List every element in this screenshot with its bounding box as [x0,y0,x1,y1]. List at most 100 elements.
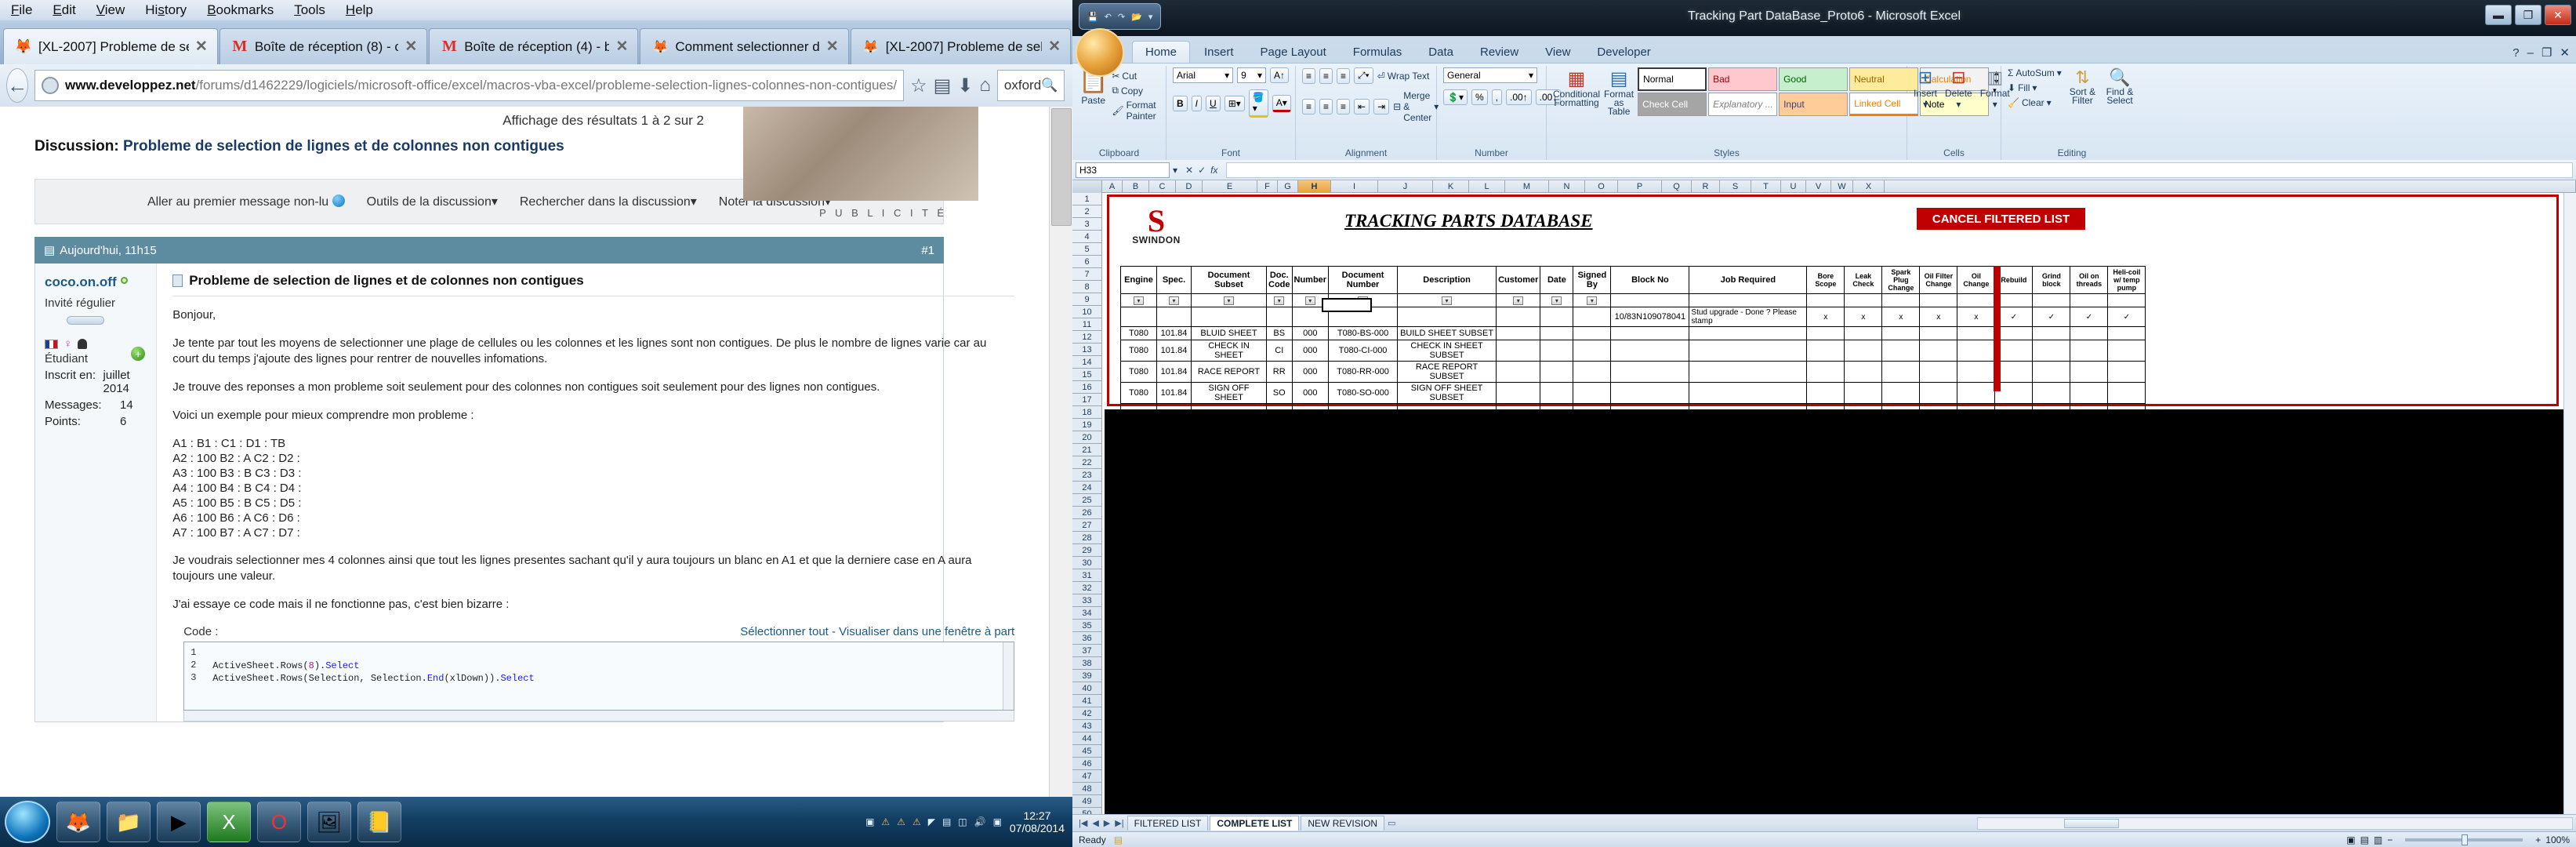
reader-icon[interactable]: ▤ [934,68,952,103]
taskbar-photo-icon[interactable]: 🖼 [307,802,351,842]
table-cell[interactable]: 000 [1291,340,1330,362]
vertical-scrollbar[interactable] [2563,193,2576,842]
table-cell[interactable] [2032,326,2071,340]
style-check-cell[interactable]: Check Cell [1638,93,1707,116]
table-cell[interactable] [2032,361,2071,383]
back-arrow-icon[interactable]: ← [6,68,28,103]
select-all-link[interactable]: Sélectionner tout - Visualiser dans une … [740,625,1014,638]
horizontal-scrollbar[interactable] [1977,816,2573,830]
select-all-corner[interactable] [1072,180,1102,193]
copy-button[interactable]: ⧉ Copy [1112,85,1159,96]
table-cell[interactable] [1806,361,1845,383]
row-header-40[interactable]: 40 [1072,682,1101,695]
row-header-36[interactable]: 36 [1072,632,1101,645]
filter-cell[interactable]: ▾ [1573,293,1612,307]
row-header-1[interactable]: 1 [1072,193,1101,205]
menu-history[interactable]: History [145,2,187,18]
formula-input[interactable] [1225,162,2573,178]
filter-dropdown-icon[interactable]: ▾ [1513,296,1524,305]
table-cell[interactable]: 10/83N109078041 [1610,307,1690,327]
table-cell[interactable] [1573,382,1612,404]
close-icon[interactable]: ✕ [826,38,839,56]
row-header-21[interactable]: 21 [1072,444,1101,456]
tray-icon[interactable]: ◫ [958,816,967,827]
tab-home[interactable]: Home [1132,41,1191,63]
save-icon[interactable]: 💾 [1087,12,1098,22]
restore-workbook-icon[interactable]: ❐ [2542,45,2552,60]
row-header-29[interactable]: 29 [1072,544,1101,557]
increase-indent-icon[interactable]: ⇥ [1373,99,1390,115]
browser-tab-2[interactable]: M Boîte de réception (4) - bro... ✕ [429,28,639,64]
filter-cell[interactable]: ▾ [1156,293,1192,307]
maximize-button[interactable]: ❐ [2515,5,2542,25]
star-icon[interactable]: ☆ [910,68,927,103]
search-discussion-menu[interactable]: Rechercher dans la discussion▾ [520,194,697,209]
filter-cell[interactable] [1844,293,1883,307]
table-row[interactable]: T080 101.84 RACE REPORT RR 000 T080-RR-000 RAC… [1120,361,2146,383]
discussion-tools-menu[interactable]: Outils de la discussion▾ [367,194,498,209]
row-header-43[interactable]: 43 [1072,720,1101,732]
row-header-20[interactable]: 20 [1072,431,1101,444]
horizontal-scrollbar-thumb[interactable] [2064,818,2119,828]
table-cell[interactable] [1994,361,2034,383]
tab-review[interactable]: Review [1468,42,1531,63]
cancel-formula-icon[interactable]: ✕ [1185,165,1193,176]
taskbar-folder-icon[interactable]: 📁 [107,802,151,842]
column-header-E[interactable]: E [1203,180,1257,192]
table-cell[interactable] [1919,382,1958,404]
align-top-icon[interactable]: ≡ [1302,67,1316,84]
taskbar-notes-icon[interactable]: 📒 [357,802,401,842]
row-header-7[interactable]: 7 [1072,268,1101,281]
insert-function-icon[interactable]: fx [1210,165,1217,176]
column-header-B[interactable]: B [1123,180,1149,192]
table-cell[interactable]: x [1881,307,1921,327]
table-cell[interactable] [1689,340,1808,362]
filter-cell[interactable]: ▾ [1266,293,1293,307]
decrease-indent-icon[interactable]: ⇤ [1354,99,1370,115]
table-cell[interactable] [1689,361,1808,383]
table-cell[interactable]: ✓ [2032,307,2071,327]
row-header-25[interactable]: 25 [1072,494,1101,507]
align-left-icon[interactable]: ≡ [1302,99,1316,115]
filter-dropdown-icon[interactable]: ▾ [1274,296,1285,305]
table-cell[interactable] [1806,326,1845,340]
table-cell[interactable]: ✓ [2070,307,2109,327]
table-cell[interactable] [2070,340,2109,362]
row-header-46[interactable]: 46 [1072,758,1101,770]
table-cell[interactable]: SO [1266,382,1293,404]
conditional-formatting-label[interactable]: Conditional Formatting [1553,89,1600,107]
table-cell[interactable]: x [1919,307,1958,327]
table-cell[interactable] [2107,340,2146,362]
start-orb-icon[interactable] [5,801,50,843]
tab-developer[interactable]: Developer [1584,42,1663,63]
table-cell[interactable] [1610,382,1690,404]
table-cell[interactable]: ✓ [1994,307,2034,327]
column-header-F[interactable]: F [1257,180,1278,192]
tab-formulas[interactable]: Formulas [1341,42,1415,63]
row-header-4[interactable]: 4 [1072,231,1101,243]
table-cell[interactable] [1957,340,1996,362]
clear-button[interactable]: 🧹 Clear ▾ [2008,97,2062,108]
row-header-14[interactable]: 14 [1072,356,1101,369]
row-header-9[interactable]: 9 [1072,293,1101,306]
row-header-37[interactable]: 37 [1072,645,1101,657]
row-header-26[interactable]: 26 [1072,507,1101,519]
style-normal[interactable]: Normal [1638,67,1707,91]
table-cell[interactable] [1806,340,1845,362]
tab-insert[interactable]: Insert [1192,42,1246,63]
filter-dropdown-icon[interactable]: ▾ [1224,296,1234,305]
table-cell[interactable]: x [1957,307,1996,327]
filter-cell[interactable]: ▾ [1397,293,1497,307]
zoom-slider[interactable] [2405,834,2523,845]
style-input[interactable]: Input [1779,93,1849,116]
browser-tab-0[interactable]: 🦊 [XL-2007] Probleme de sele... ✕ [3,28,218,64]
align-center-icon[interactable]: ≡ [1319,99,1333,115]
column-header-L[interactable]: L [1469,180,1505,192]
bold-button[interactable]: B [1173,96,1188,111]
column-header-M[interactable]: M [1505,180,1549,192]
table-cell[interactable] [1191,307,1267,327]
table-cell[interactable] [1496,361,1541,383]
style-good[interactable]: Good [1779,67,1849,91]
table-cell[interactable]: x [1806,307,1845,327]
table-cell[interactable] [1540,382,1574,404]
